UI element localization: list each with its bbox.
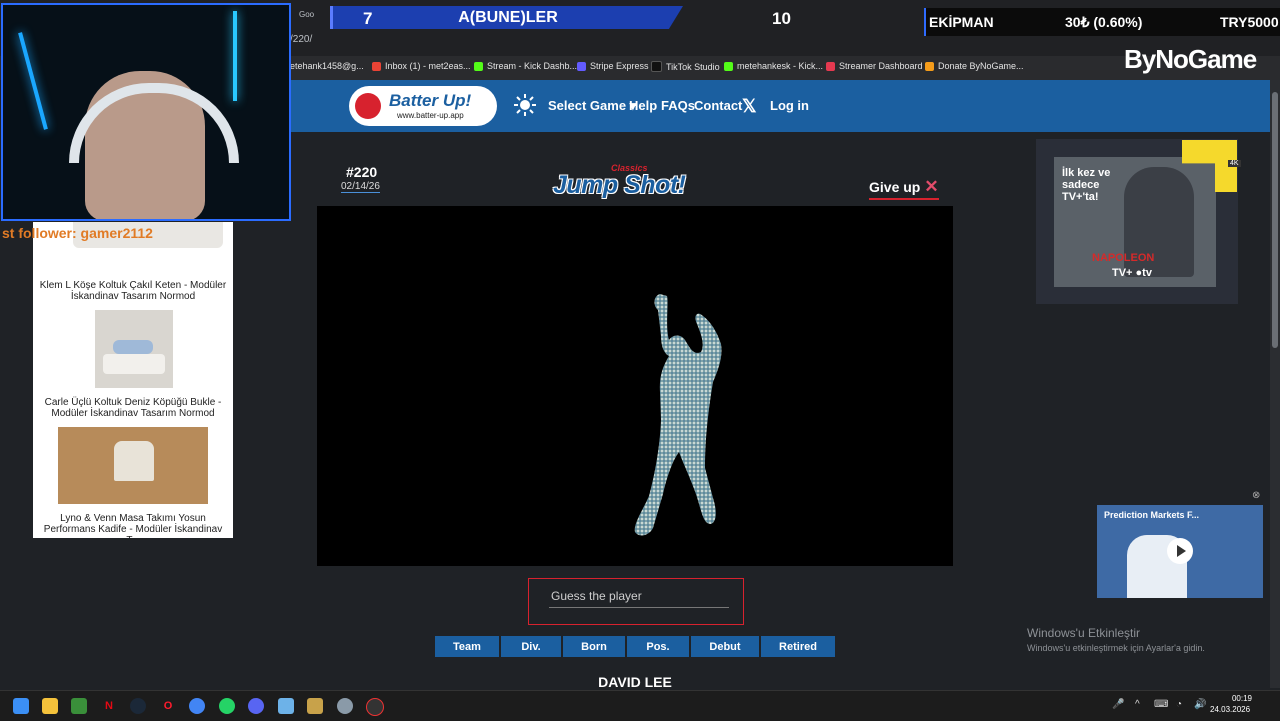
sun-icon[interactable]: [514, 94, 536, 116]
whatsapp-icon[interactable]: [219, 698, 235, 714]
left-ad-panel[interactable]: Klem L Köşe Koltuk Çakıl Keten - Modüler…: [33, 222, 233, 538]
batter-up-logo[interactable]: Batter Up! www.batter-up.app: [349, 86, 497, 126]
bookmark-kick-channel[interactable]: metehankesk - Kick...: [724, 61, 823, 71]
steam-icon[interactable]: [130, 698, 146, 714]
video-player[interactable]: Prediction Markets F...: [1097, 505, 1263, 598]
tiktok-icon: [651, 61, 662, 72]
stripe-icon: [577, 61, 586, 71]
hint-retired[interactable]: Retired: [761, 636, 835, 657]
last-guess: DAVID LEE: [598, 674, 672, 690]
ekipman-value: 30₺ (0.60%): [1065, 14, 1143, 30]
silhouette-canvas: [317, 206, 953, 566]
ekipman-label: EKİPMAN: [929, 14, 994, 30]
right-ad-panel[interactable]: İlk kez ve sadece TV+'ta! NAPOLEON TV+ ●…: [1036, 139, 1238, 304]
baseball-icon: [355, 93, 381, 119]
ekipman-total: TRY5000: [1220, 14, 1279, 30]
nav-faqs[interactable]: FAQs: [661, 98, 695, 113]
guess-input[interactable]: [549, 585, 729, 608]
close-icon: ✕: [924, 177, 939, 196]
file-explorer-icon[interactable]: [42, 698, 58, 714]
webcam-feed: [1, 3, 291, 221]
nav-select-game[interactable]: Select Game ▾: [548, 98, 636, 114]
address-bar[interactable]: /220/: [290, 34, 312, 45]
obs-icon[interactable]: [366, 698, 384, 716]
score-right: 10: [772, 9, 791, 28]
nav-help[interactable]: Help: [629, 98, 657, 113]
wifi-icon[interactable]: ◔: [1176, 699, 1182, 710]
settings-icon[interactable]: [337, 698, 353, 714]
kick-icon: [724, 61, 733, 71]
ad-movie-title: NAPOLEON: [1092, 252, 1155, 264]
napoleon-ad-image[interactable]: İlk kez ve sadece TV+'ta! NAPOLEON TV+ ●…: [1054, 157, 1216, 287]
give-up-button[interactable]: Give up ✕: [869, 177, 939, 200]
kick-icon: [474, 61, 483, 71]
video-title: Prediction Markets F...: [1104, 510, 1200, 520]
latest-follower: st follower: gamer2112: [2, 225, 153, 241]
bookmark-tiktok[interactable]: TikTok Studio: [651, 61, 720, 72]
puzzle-number: #220: [346, 164, 378, 180]
scrollbar-thumb[interactable]: [1272, 92, 1278, 348]
bynogame-icon: [925, 61, 934, 71]
bookmark-stripe[interactable]: Stripe Express: [577, 61, 649, 71]
player-silhouette: [634, 294, 722, 536]
hint-buttons: Team Div. Born Pos. Debut Retired: [435, 636, 835, 657]
bookmark-inbox[interactable]: Inbox (1) - met2eas...: [372, 61, 471, 71]
bookmark-donate[interactable]: Donate ByNoGame...: [925, 61, 1024, 71]
give-up-label: Give up: [869, 179, 921, 195]
discord-icon[interactable]: [248, 698, 264, 714]
logo-title: Batter Up!: [389, 91, 472, 110]
clock-date[interactable]: 24.03.2026: [1210, 705, 1250, 714]
game-launcher-icon[interactable]: [307, 698, 323, 714]
chevron-up-icon[interactable]: ^: [1135, 699, 1140, 710]
product-image-2[interactable]: [95, 310, 173, 388]
microphone-icon[interactable]: 🎤: [1112, 699, 1124, 710]
hint-debut[interactable]: Debut: [691, 636, 759, 657]
ad-caption-3[interactable]: Lyno & Venn Masa Takımı Yosun Performans…: [37, 513, 229, 538]
taskbar: N O 🎤 ^ ⌨ ◔ 🔊 00:19 24.03.2026: [0, 690, 1280, 721]
hint-team[interactable]: Team: [435, 636, 499, 657]
ad-caption-1[interactable]: Klem L Köşe Koltuk Çakıl Keten - Modüler…: [37, 280, 229, 302]
quality-badge: 4K: [1228, 160, 1241, 167]
bynogame-logo: ByNoGame: [1124, 44, 1257, 74]
x-twitter-icon[interactable]: 𝕏: [742, 96, 757, 117]
windows-activation-subtitle: Windows'u etkinleştirmek için Ayarlar'a …: [1027, 643, 1205, 653]
ad-headline: İlk kez ve sadece TV+'ta!: [1062, 167, 1111, 203]
gmail-icon: [372, 61, 381, 71]
game-title: Jump Shot!: [553, 171, 686, 199]
windows-start-icon[interactable]: [13, 698, 29, 714]
bookmark-kick-stream[interactable]: Stream - Kick Dashb...: [474, 61, 577, 71]
hint-position[interactable]: Pos.: [627, 636, 689, 657]
site-header: Batter Up! www.batter-up.app Select Game…: [290, 80, 1270, 132]
donation-goal-bar: EKİPMAN 30₺ (0.60%) TRY5000: [924, 8, 1280, 36]
nav-login[interactable]: Log in: [770, 98, 809, 113]
page-scrollbar[interactable]: [1270, 80, 1280, 688]
browser-tab[interactable]: Goo: [299, 10, 314, 19]
chrome-icon[interactable]: [189, 698, 205, 714]
volume-icon[interactable]: 🔊: [1194, 699, 1206, 710]
play-icon[interactable]: [1167, 538, 1193, 564]
guess-box: [528, 578, 744, 625]
scoreboard: 7 A(BUNE)LER: [330, 6, 683, 29]
store-icon[interactable]: [71, 698, 87, 714]
logo-url: www.batter-up.app: [397, 111, 464, 120]
keyboard-icon[interactable]: ⌨: [1154, 699, 1168, 710]
puzzle-date: 02/14/26: [341, 181, 380, 193]
product-image-3[interactable]: [58, 427, 208, 504]
netflix-icon[interactable]: N: [101, 698, 117, 714]
bookmark-email[interactable]: etehank1458@g...: [290, 61, 364, 71]
bookmark-streamer-dashboard[interactable]: Streamer Dashboard: [826, 61, 923, 71]
ad-platform: TV+ ●tv: [1112, 267, 1152, 279]
nav-contact[interactable]: Contact: [694, 98, 742, 113]
network-app-icon[interactable]: [278, 698, 294, 714]
hint-born[interactable]: Born: [563, 636, 625, 657]
dashboard-icon: [826, 61, 835, 71]
clock-time[interactable]: 00:19: [1228, 694, 1252, 703]
ad-caption-2[interactable]: Carle Üçlü Koltuk Deniz Köpüğü Bukle - M…: [37, 397, 229, 419]
team-name: A(BUNE)LER: [458, 9, 558, 26]
windows-activation-title: Windows'u Etkinleştir: [1027, 626, 1140, 640]
hint-division[interactable]: Div.: [501, 636, 561, 657]
opera-icon[interactable]: O: [160, 698, 176, 714]
close-icon[interactable]: ⊗: [1252, 490, 1260, 501]
